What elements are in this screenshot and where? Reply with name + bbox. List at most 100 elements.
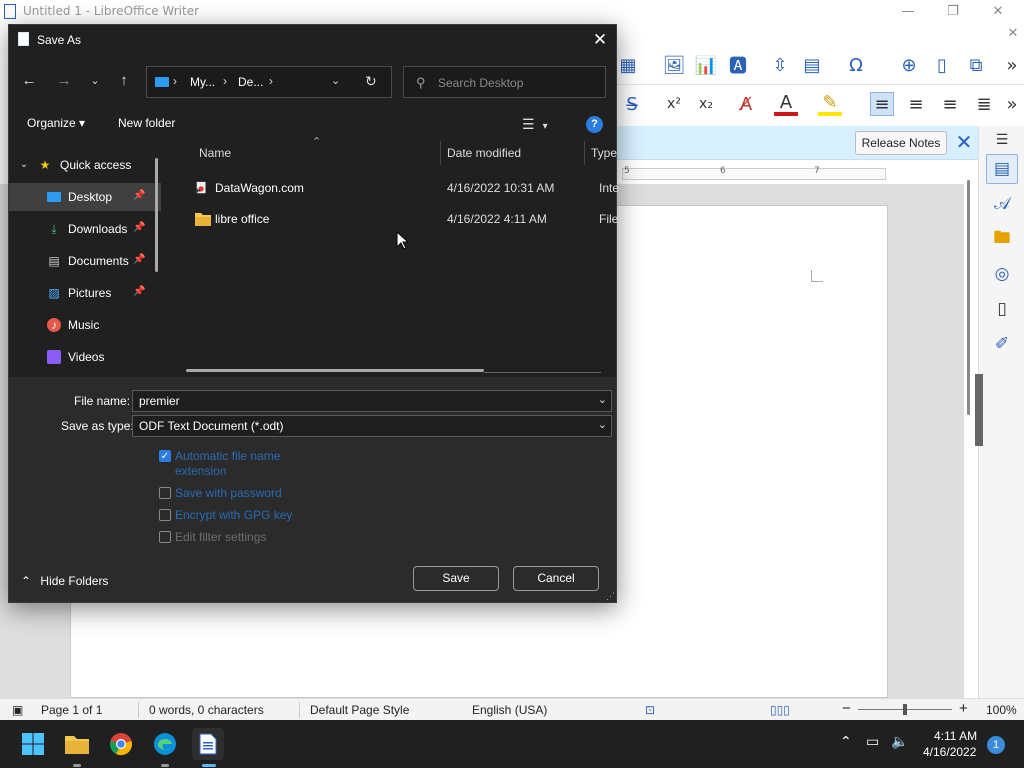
style-inspector-icon[interactable]: ✐ <box>990 332 1014 356</box>
search-box[interactable]: ⚲ <box>403 66 606 98</box>
file-explorer-taskbar-button[interactable] <box>61 728 93 760</box>
styles-icon[interactable]: 𝒜 <box>990 192 1014 216</box>
horizontal-scrollbar[interactable] <box>186 369 484 372</box>
clear-formatting-icon[interactable]: A̸ <box>734 92 758 116</box>
column-type[interactable]: Type <box>591 146 617 160</box>
insert-image-icon[interactable]: 🖼 <box>662 53 686 77</box>
zoom-out-button[interactable]: − <box>842 700 851 717</box>
breadcrumb-my[interactable]: My... <box>190 75 215 89</box>
breadcrumb-separator[interactable]: › <box>223 74 227 88</box>
insert-table-icon[interactable]: ▦ <box>616 53 640 77</box>
encrypt-gpg-checkbox[interactable] <box>159 509 171 521</box>
special-character-icon[interactable]: Ω <box>844 53 868 77</box>
align-center-icon[interactable]: ≡ <box>904 92 928 116</box>
save-button[interactable]: Save <box>413 566 499 591</box>
navigator-icon[interactable]: ◎ <box>990 262 1014 286</box>
network-icon[interactable]: ▭ <box>866 734 879 750</box>
hide-folders-button[interactable]: ⌃ Hide Folders <box>21 574 108 588</box>
new-folder-button[interactable]: New folder <box>118 116 175 130</box>
subscript-icon[interactable]: x₂ <box>694 92 718 116</box>
file-name-combobox[interactable]: premier ⌄ <box>132 390 612 412</box>
superscript-icon[interactable]: x² <box>662 92 686 116</box>
hyperlink-icon[interactable]: ⊕ <box>897 53 921 77</box>
chevron-down-icon[interactable]: ⌄ <box>17 158 31 172</box>
page-icon[interactable]: ▯ <box>990 297 1014 321</box>
change-view-button[interactable]: ☰ ▾ <box>522 113 560 135</box>
toolbar-overflow-icon-2[interactable]: » <box>1000 92 1024 116</box>
nav-pane-scrollbar[interactable] <box>155 158 158 272</box>
page-break-icon[interactable]: ⇳ <box>768 53 792 77</box>
zoom-in-button[interactable]: + <box>959 700 968 717</box>
cancel-button[interactable]: Cancel <box>513 566 599 591</box>
auto-extension-label[interactable]: Automatic file name extension <box>175 449 295 479</box>
font-color-icon[interactable]: A <box>774 92 798 116</box>
align-left-icon[interactable]: ≡ <box>870 92 894 116</box>
chevron-down-icon[interactable]: ⌄ <box>598 393 607 406</box>
auto-extension-checkbox[interactable]: ✓ <box>159 450 171 462</box>
dialog-titlebar[interactable]: Save As ✕ <box>9 25 616 55</box>
word-count[interactable]: 0 words, 0 characters <box>149 703 264 717</box>
dialog-close-button[interactable]: ✕ <box>589 29 611 51</box>
nav-item-downloads[interactable]: ⤓ Downloads 📌 <box>9 215 161 243</box>
release-notes-button[interactable]: Release Notes <box>855 131 947 155</box>
address-bar[interactable]: › My... › De... › ⌄ ↻ <box>146 66 392 98</box>
resize-grip-icon[interactable]: ⋰ <box>606 591 615 602</box>
clock-date[interactable]: 4/16/2022 <box>923 745 976 759</box>
file-name-value[interactable]: premier <box>139 394 180 408</box>
justify-icon[interactable]: ≣ <box>972 92 996 116</box>
highlighting-icon[interactable]: ✎ <box>818 92 842 116</box>
breadcrumb-desktop[interactable]: De... <box>238 75 263 89</box>
breadcrumb-separator[interactable]: › <box>269 74 273 88</box>
selection-mode-icon[interactable]: ⊡ <box>645 703 655 717</box>
chevron-down-icon[interactable]: ⌄ <box>598 418 607 431</box>
save-as-type-select[interactable]: ODF Text Document (*.odt) ⌄ <box>132 415 612 437</box>
properties-icon[interactable]: ▤ <box>990 157 1014 181</box>
address-history-chevron-icon[interactable]: ⌄ <box>331 74 340 87</box>
infobar-close-icon[interactable]: ✕ <box>954 130 974 154</box>
zoom-knob[interactable] <box>903 704 907 715</box>
clock-time[interactable]: 4:11 AM <box>934 729 977 743</box>
nav-item-desktop[interactable]: Desktop 📌 <box>9 183 161 211</box>
search-input[interactable] <box>438 74 598 92</box>
gallery-icon[interactable]: 🖿 <box>990 227 1014 251</box>
language[interactable]: English (USA) <box>472 703 547 717</box>
insert-field-icon[interactable]: ▤ <box>800 53 824 77</box>
align-right-icon[interactable]: ≡ <box>938 92 962 116</box>
save-with-password-checkbox[interactable] <box>159 487 171 499</box>
nav-item-videos[interactable]: Videos <box>9 343 161 371</box>
nav-item-music[interactable]: ♪ Music <box>9 311 161 339</box>
edge-taskbar-button[interactable] <box>149 728 181 760</box>
column-date-modified[interactable]: Date modified <box>447 146 521 160</box>
insert-chart-icon[interactable]: 📊 <box>694 53 718 77</box>
sidebar-collapse-handle[interactable] <box>975 374 983 446</box>
horizontal-ruler[interactable]: 5 6 7 <box>612 164 888 184</box>
up-arrow-icon[interactable]: ↑ <box>112 69 136 93</box>
sidebar-menu-icon[interactable]: ☰ <box>990 128 1014 152</box>
chrome-taskbar-button[interactable] <box>105 728 137 760</box>
show-hidden-icons-chevron[interactable]: ⌃ <box>840 734 852 750</box>
forward-arrow-icon[interactable]: → <box>52 69 76 93</box>
page-count[interactable]: Page 1 of 1 <box>41 703 102 717</box>
help-button[interactable]: ? <box>586 116 603 133</box>
writer-taskbar-button[interactable] <box>192 728 224 760</box>
save-with-password-label[interactable]: Save with password <box>175 486 282 501</box>
encrypt-gpg-label[interactable]: Encrypt with GPG key <box>175 508 292 523</box>
nav-quick-access[interactable]: ⌄ ★ Quick access <box>9 151 161 179</box>
file-row[interactable]: libre office 4/16/2022 4:11 AM File fo <box>179 204 619 234</box>
document-close-button[interactable]: ✕ <box>998 24 1024 44</box>
notification-badge[interactable]: 1 <box>987 736 1005 754</box>
back-arrow-icon[interactable]: ← <box>17 69 41 93</box>
window-close-button[interactable]: ✕ <box>983 2 1013 22</box>
file-row[interactable]: DataWagon.com 4/16/2022 10:31 AM Intern <box>179 173 619 203</box>
volume-icon[interactable]: 🔈 <box>891 734 908 750</box>
strikethrough-icon[interactable]: S̶ <box>620 92 644 116</box>
page-style[interactable]: Default Page Style <box>310 703 409 717</box>
restore-button[interactable]: ❐ <box>938 2 968 22</box>
recent-locations-chevron-icon[interactable]: ⌄ <box>83 69 107 93</box>
view-layout-icons[interactable]: ▯▯▯ <box>770 703 790 717</box>
zoom-level[interactable]: 100% <box>986 703 1017 717</box>
breadcrumb-separator[interactable]: › <box>173 74 177 88</box>
minimize-button[interactable]: — <box>893 2 923 22</box>
organize-button[interactable]: Organize ▾ <box>27 116 85 130</box>
nav-item-documents[interactable]: ▤ Documents 📌 <box>9 247 161 275</box>
